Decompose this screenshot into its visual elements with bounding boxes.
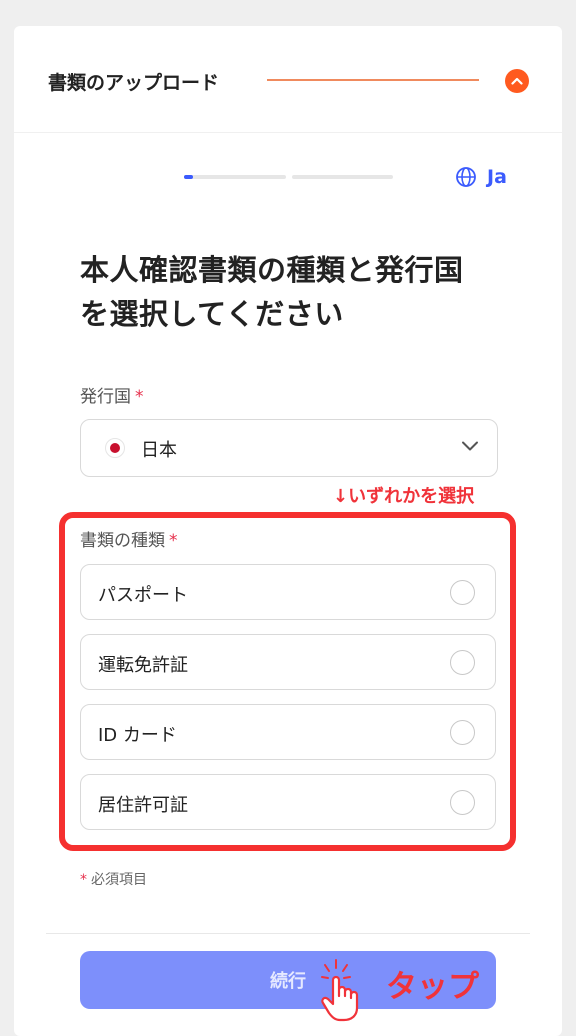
document-option-residence-permit[interactable]: 居住許可証 <box>80 774 496 830</box>
language-label: Ja <box>487 166 507 188</box>
radio-button[interactable] <box>450 790 475 815</box>
chevron-down-icon <box>462 441 478 451</box>
footer-divider <box>46 933 530 934</box>
page-title: 本人確認書類の種類と発行国 を選択してください <box>80 248 520 336</box>
japan-flag-icon <box>105 438 125 458</box>
required-note-text: 必須項目 <box>91 872 147 888</box>
option-label: 運転免許証 <box>98 655 188 676</box>
section-title: 書類のアップロード <box>48 72 220 94</box>
option-label: 居住許可証 <box>98 795 188 816</box>
document-option-passport[interactable]: パスポート <box>80 564 496 620</box>
issuing-country-label: 発行国 * <box>80 382 144 407</box>
progress-step-1-fill <box>184 175 193 179</box>
required-asterisk: * <box>169 531 178 551</box>
option-label: パスポート <box>98 585 188 606</box>
radio-button[interactable] <box>450 650 475 675</box>
document-option-drivers-license[interactable]: 運転免許証 <box>80 634 496 690</box>
chevron-up-icon <box>511 77 523 85</box>
language-selector[interactable]: Ja <box>455 166 507 188</box>
issuing-country-value: 日本 <box>141 440 177 461</box>
selection-hint-annotation: ↓いずれかを選択 <box>333 486 475 507</box>
option-label: ID カード <box>98 725 177 746</box>
required-asterisk: * <box>80 872 87 888</box>
required-fields-note: * 必須項目 <box>80 869 147 889</box>
radio-button[interactable] <box>450 580 475 605</box>
document-option-id-card[interactable]: ID カード <box>80 704 496 760</box>
tap-annotation: タップ <box>386 969 479 1005</box>
document-type-label-text: 書類の種類 <box>80 531 165 551</box>
globe-icon <box>456 167 476 187</box>
progress-step-2 <box>292 175 393 179</box>
issuing-country-label-text: 発行国 <box>80 387 131 407</box>
continue-button-label: 続行 <box>270 971 306 992</box>
required-asterisk: * <box>135 387 144 407</box>
progress-step-1 <box>184 175 286 179</box>
collapse-button[interactable] <box>505 69 529 93</box>
page-title-line-2: を選択してください <box>80 297 344 331</box>
document-type-label: 書類の種類 * <box>80 526 178 551</box>
tap-hand-icon <box>321 959 359 1022</box>
header-divider-line <box>267 79 479 81</box>
section-header: 書類のアップロード <box>14 26 562 133</box>
upload-card: 書類のアップロード Ja 本人確認書類の種類と発行国 を選択してください 発行国… <box>14 26 562 1036</box>
page-title-line-1: 本人確認書類の種類と発行国 <box>80 253 464 287</box>
issuing-country-select[interactable]: 日本 <box>80 419 498 477</box>
radio-button[interactable] <box>450 720 475 745</box>
